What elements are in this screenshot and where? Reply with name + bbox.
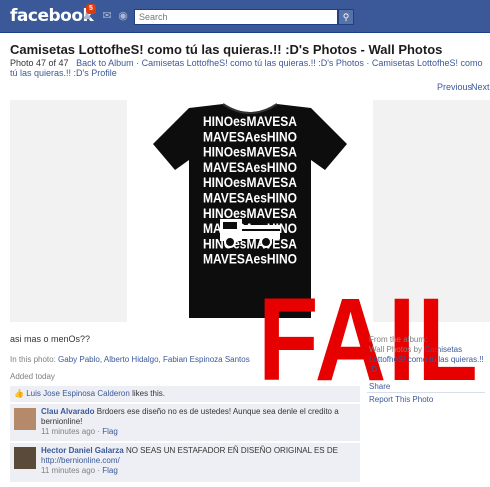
next-link[interactable]: Next: [471, 82, 490, 92]
search-icon[interactable]: ⚲: [338, 9, 354, 25]
shirt-print-line: MAVESAesHINO: [203, 190, 297, 206]
avatar[interactable]: [14, 447, 36, 469]
shirt-print-line: HINOesMAVESA: [203, 174, 297, 190]
previous-link[interactable]: Previous: [437, 82, 472, 92]
likes-text: likes this.: [132, 389, 165, 398]
photo-counter: Photo 47 of 47: [10, 58, 69, 68]
shirt-print-line: HINOesMAVESA: [203, 205, 297, 221]
notifications-icon[interactable]: ◉: [116, 10, 130, 22]
report-photo-link[interactable]: Report This Photo: [369, 395, 433, 404]
like-icon: 👍: [14, 389, 24, 398]
photo-tags: In this photo: Gaby Pablo, Alberto Hidal…: [10, 355, 250, 364]
shirt-print-text: HINOesMAVESAMAVESAesHINOHINOesMAVESAMAVE…: [203, 113, 297, 267]
shirt-print-line: MAVESAesHINO: [203, 128, 297, 144]
shirt-print-line: MAVESAesHINO: [203, 251, 297, 267]
flag-link[interactable]: Flag: [102, 427, 118, 436]
shirt-print-line: MAVESAesHINO: [203, 159, 297, 175]
photo-margin-left: [10, 100, 127, 322]
from-album-label: From the album:: [369, 335, 428, 344]
profile-link[interactable]: :D's Profile: [74, 68, 117, 78]
breadcrumb: Photo 47 of 47 Back to Album · Camisetas…: [10, 58, 488, 78]
flag-link[interactable]: Flag: [102, 466, 118, 475]
divider: [367, 392, 485, 393]
share-link[interactable]: Share: [369, 382, 390, 391]
notification-badge: 5: [86, 4, 96, 14]
comment-item: Clau Alvarado Brdoers ese diseño no es d…: [10, 403, 360, 441]
album-prefix: Wall Photos by: [369, 345, 423, 354]
avatar[interactable]: [14, 408, 36, 430]
top-bar: facebook ♟ 5 ✉ ◉ Search ⚲: [0, 0, 490, 33]
comment-link[interactable]: http://bernionline.com/: [41, 456, 120, 465]
photo-caption: asi mas o menOs??: [10, 334, 91, 344]
comment-item: Hector Daniel Galarza NO SEAS UN ESTAFAD…: [10, 442, 360, 482]
messages-icon[interactable]: ✉: [100, 10, 114, 22]
added-time: Added today: [10, 372, 55, 381]
liker-link[interactable]: Luis Jose Espinosa Calderon: [26, 389, 130, 398]
comment-time: 11 minutes ago: [41, 427, 96, 436]
comment-text: NO SEAS UN ESTAFADOR EÑ DISEÑO ORIGINAL …: [125, 446, 338, 455]
page-title: Camisetas LottofheS! como tú las quieras…: [10, 42, 443, 57]
comment-author[interactable]: Hector Daniel Galarza: [41, 446, 124, 455]
comment-author[interactable]: Clau Alvarado: [41, 407, 95, 416]
tagged-people-links[interactable]: Gaby Pablo, Alberto Hidalgo, Fabian Espi…: [58, 355, 250, 364]
shirt-print-line: HINOesMAVESA: [203, 113, 297, 129]
shirt-print-line: HINOesMAVESA: [203, 144, 297, 160]
search-input[interactable]: Search: [134, 9, 338, 25]
album-info: From the album: Wall Photos by Camisetas…: [369, 335, 487, 375]
comment-time: 11 minutes ago: [41, 466, 96, 475]
tags-label: In this photo:: [10, 355, 56, 364]
likes-bar: 👍 Luis Jose Espinosa Calderon likes this…: [10, 386, 360, 402]
